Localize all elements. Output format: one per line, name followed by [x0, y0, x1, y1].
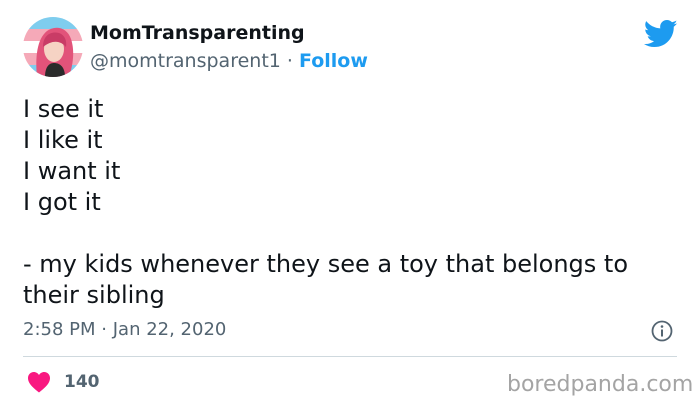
like-count: 140 — [64, 372, 100, 392]
avatar[interactable] — [23, 17, 83, 77]
info-icon[interactable] — [651, 320, 673, 342]
author-handle[interactable]: @momtransparent1 — [90, 50, 281, 72]
timestamp-separator: · — [101, 319, 107, 340]
tweet-quote: - my kids whenever they see a toy that b… — [23, 250, 629, 309]
tweet-line: I got it — [23, 188, 101, 216]
watermark: boredpanda.com — [507, 372, 694, 397]
tweet-timestamp[interactable]: 2:58 PM · Jan 22, 2020 — [23, 319, 226, 340]
author-handle-row: @momtransparent1 · Follow — [90, 50, 368, 72]
tweet-time: 2:58 PM — [23, 319, 96, 340]
tweet-line: I see it — [23, 95, 104, 123]
divider — [23, 356, 677, 357]
tweet-text: I see it I like it I want it I got it - … — [23, 94, 683, 311]
tweet-date: Jan 22, 2020 — [112, 319, 227, 340]
twitter-bird-icon[interactable] — [644, 19, 678, 49]
tweet-line: I want it — [23, 157, 121, 185]
avatar-illustration — [23, 17, 83, 77]
author-display-name[interactable]: MomTransparenting — [90, 22, 305, 44]
heart-icon[interactable] — [27, 371, 51, 393]
tweet-line: I like it — [23, 126, 103, 154]
follow-button[interactable]: Follow — [299, 50, 368, 72]
handle-separator: · — [286, 50, 293, 72]
